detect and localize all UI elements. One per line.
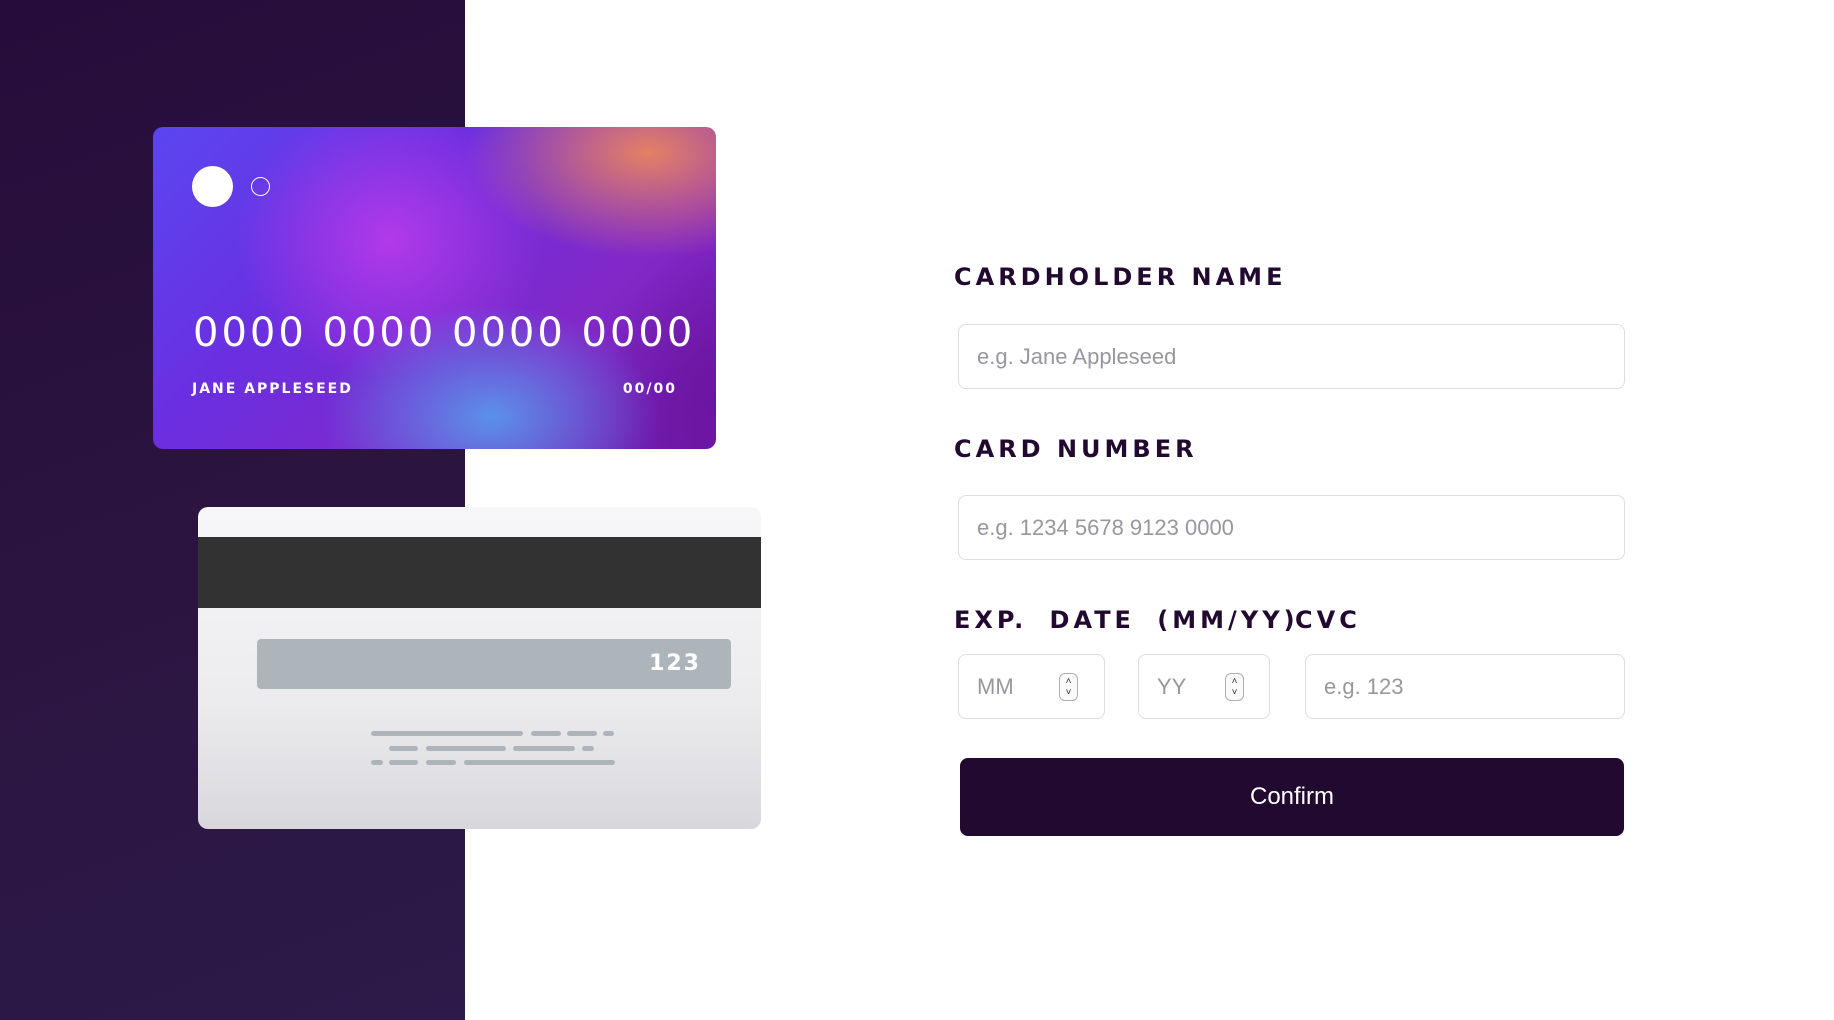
card-front: 0000 0000 0000 0000 JANE APPLESEED 00/00 xyxy=(153,127,716,449)
card-logo-outline-circle-icon xyxy=(251,177,270,196)
exp-year-input[interactable] xyxy=(1138,654,1270,719)
card-number-label: CARD NUMBER xyxy=(954,435,1198,463)
card-logo-filled-circle-icon xyxy=(192,166,233,207)
cardholder-name-label: CARDHOLDER NAME xyxy=(954,263,1287,291)
chevron-down-icon[interactable]: ˅ xyxy=(1232,687,1238,698)
cardholder-name-display: JANE APPLESEED xyxy=(192,381,353,397)
chevron-up-icon[interactable]: ˄ xyxy=(1066,676,1072,687)
cardholder-name-input[interactable] xyxy=(958,324,1625,389)
magnetic-stripe xyxy=(198,537,761,608)
card-details-form: CARDHOLDER NAME CARD NUMBER EXP. DATE (M… xyxy=(954,0,1630,1020)
confirm-button[interactable]: Confirm xyxy=(960,758,1624,836)
card-expiry-display: 00/00 xyxy=(622,381,677,397)
card-number-display: 0000 0000 0000 0000 xyxy=(193,310,696,356)
exp-year-stepper[interactable]: ˄ ˅ xyxy=(1225,673,1244,701)
chevron-down-icon[interactable]: ˅ xyxy=(1066,687,1072,698)
exp-date-label: EXP. DATE (MM/YY) xyxy=(954,606,1299,634)
chevron-up-icon[interactable]: ˄ xyxy=(1232,676,1238,687)
cvc-input[interactable] xyxy=(1305,654,1625,719)
card-back: 123 xyxy=(198,507,761,829)
exp-month-stepper[interactable]: ˄ ˅ xyxy=(1059,673,1078,701)
cvc-label: CVC xyxy=(1295,606,1361,634)
signature-strip: 123 xyxy=(257,639,731,689)
card-details-page: 0000 0000 0000 0000 JANE APPLESEED 00/00… xyxy=(0,0,1834,1020)
exp-month-input[interactable] xyxy=(958,654,1105,719)
cvc-display: 123 xyxy=(649,651,701,676)
card-number-input[interactable] xyxy=(958,495,1625,560)
